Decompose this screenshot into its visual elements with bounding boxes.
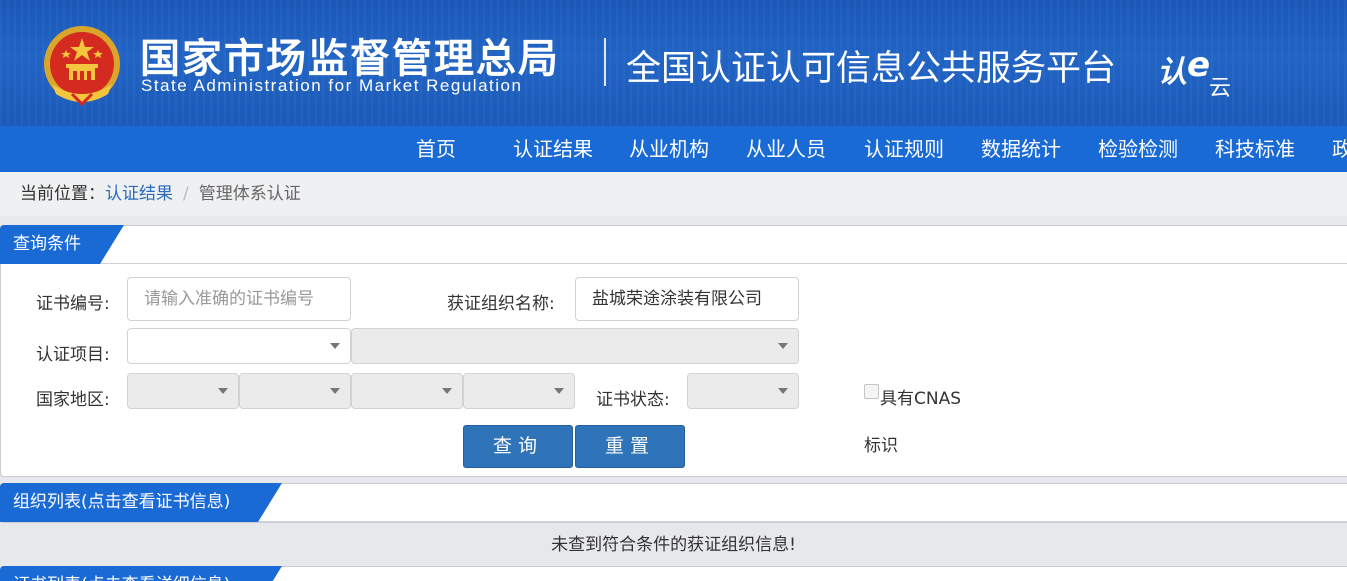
nav-item-cert-rules[interactable]: 认证规则 <box>864 126 944 172</box>
main-nav: 首页 认证结果 从业机构 从业人员 认证规则 数据统计 检验检测 科技标准 政 <box>0 126 1347 172</box>
search-button[interactable]: 查询 <box>463 425 573 468</box>
platform-title: 全国认证认可信息公共服务平台 <box>626 49 1117 89</box>
breadcrumb-separator: / <box>183 184 189 204</box>
nav-item-home[interactable]: 首页 <box>416 126 456 172</box>
header-divider <box>604 38 606 86</box>
nav-item-statistics[interactable]: 数据统计 <box>981 126 1061 172</box>
chevron-down-icon <box>442 388 452 394</box>
project-select-secondary[interactable] <box>351 328 799 364</box>
cnas-label: 具有CNAS <box>880 389 962 409</box>
breadcrumb: 当前位置：认证结果 / 管理体系认证 <box>0 172 1347 216</box>
region-select-1[interactable] <box>127 373 239 409</box>
region-select-2[interactable] <box>239 373 351 409</box>
breadcrumb-link-cert-results[interactable]: 认证结果 <box>105 184 173 204</box>
org-list-panel: 组织列表(点击查看证书信息) <box>0 483 1347 523</box>
org-name-label: 获证组织名称: <box>447 294 555 314</box>
cert-no-input[interactable]: 请输入准确的证书编号 <box>127 277 351 321</box>
cert-list-panel-header: 证书列表(点击查看详细信息) <box>0 566 1347 581</box>
logo-text-1: 认 <box>1157 55 1187 90</box>
status-select[interactable] <box>687 373 799 409</box>
chevron-down-icon <box>778 343 788 349</box>
query-panel-header: 查询条件 <box>0 225 1347 264</box>
logo-text-3: 云 <box>1209 76 1231 98</box>
national-emblem-icon <box>44 26 120 106</box>
region-label: 国家地区: <box>36 390 110 410</box>
reset-button[interactable]: 重置 <box>575 425 685 468</box>
query-panel-title: 查询条件 <box>0 225 124 264</box>
org-list-panel-title: 组织列表(点击查看证书信息) <box>0 483 282 522</box>
org-name-input[interactable]: 盐城荣途涂装有限公司 <box>575 277 799 321</box>
nav-item-testing[interactable]: 检验检测 <box>1098 126 1178 172</box>
cnas-checkbox[interactable] <box>864 384 879 399</box>
chevron-down-icon <box>218 388 228 394</box>
cert-no-label: 证书编号: <box>36 294 110 314</box>
renz-cloud-logo: 认 e 云 <box>1157 48 1231 98</box>
chevron-down-icon <box>330 343 340 349</box>
nav-item-institutions[interactable]: 从业机构 <box>629 126 709 172</box>
project-select-primary[interactable] <box>127 328 351 364</box>
cert-list-panel-title: 证书列表(点击查看详细信息) <box>0 566 282 581</box>
chevron-down-icon <box>554 388 564 394</box>
org-list-empty-message: 未查到符合条件的获证组织信息! <box>551 535 796 555</box>
chevron-down-icon <box>330 388 340 394</box>
nav-item-policy[interactable]: 政 <box>1332 126 1347 172</box>
org-list-panel-header: 组织列表(点击查看证书信息) <box>0 483 1347 522</box>
breadcrumb-label: 当前位置： <box>20 184 105 204</box>
breadcrumb-current: 管理体系认证 <box>198 184 301 204</box>
nav-item-standards[interactable]: 科技标准 <box>1215 126 1295 172</box>
nav-item-personnel[interactable]: 从业人员 <box>746 126 826 172</box>
chevron-down-icon <box>778 388 788 394</box>
cnas-label-line2: 标识 <box>864 436 898 456</box>
cert-list-panel: 证书列表(点击查看详细信息) <box>0 566 1347 581</box>
logo-text-2: e <box>1187 48 1210 85</box>
agency-name-en: State Administration for Market Regulati… <box>141 76 523 95</box>
region-select-3[interactable] <box>351 373 463 409</box>
project-label: 认证项目: <box>36 345 110 365</box>
header-banner: 国家市场监督管理总局 State Administration for Mark… <box>0 0 1347 126</box>
nav-item-cert-results[interactable]: 认证结果 <box>513 126 593 172</box>
region-select-4[interactable] <box>463 373 575 409</box>
status-label: 证书状态: <box>596 390 670 410</box>
